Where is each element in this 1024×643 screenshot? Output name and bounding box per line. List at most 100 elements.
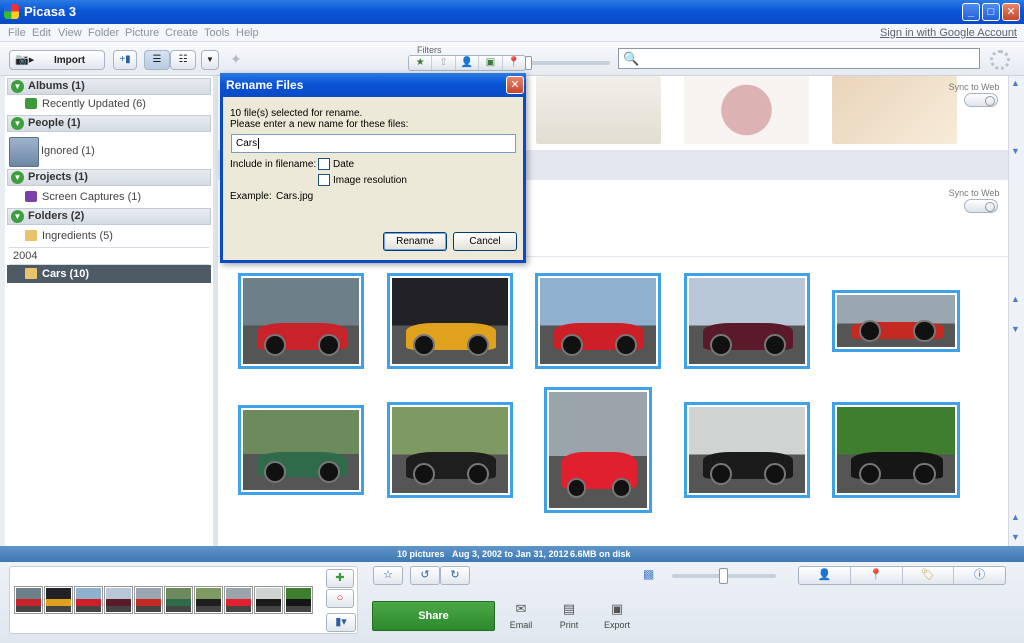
rotate-left-button[interactable]: ↺ <box>410 566 440 585</box>
close-button[interactable]: ✕ <box>1002 3 1020 21</box>
sidebar-item-recently-updated[interactable]: Recently Updated (6) <box>7 95 211 113</box>
people-icon[interactable]: 👤 <box>799 567 851 584</box>
car-shape <box>256 451 348 483</box>
filters-label: Filters <box>417 45 442 55</box>
photo-thumbnail[interactable] <box>387 402 513 498</box>
photo-thumbnail[interactable] <box>684 273 810 369</box>
faded-photo-thumbnail[interactable] <box>536 76 661 144</box>
car-shape <box>560 452 638 498</box>
menu-folder[interactable]: Folder <box>88 27 119 39</box>
menu-create[interactable]: Create <box>165 27 198 39</box>
sign-in-link[interactable]: Sign in with Google Account <box>880 27 1017 39</box>
print-button[interactable]: ▤ Print <box>549 601 589 630</box>
menu-view[interactable]: View <box>58 27 82 39</box>
photo-image <box>243 410 359 490</box>
menu-tools[interactable]: Tools <box>204 27 230 39</box>
new-name-input[interactable]: Cars <box>231 134 516 153</box>
dialog-close-button[interactable]: ✕ <box>506 76 524 94</box>
photo-thumbnail[interactable] <box>544 387 652 513</box>
scroll-up-icon[interactable]: ▲ <box>1011 78 1020 88</box>
rename-button[interactable]: Rename <box>383 232 447 251</box>
photo-thumbnail[interactable] <box>832 402 960 498</box>
rename-files-dialog: Rename Files ✕ 10 file(s) selected for r… <box>220 73 526 263</box>
clear-selection-button[interactable]: ○ <box>326 589 354 608</box>
email-button[interactable]: ✉ Email <box>501 601 541 630</box>
image-resolution-checkbox[interactable] <box>318 174 330 186</box>
vertical-scrollbar[interactable]: ▲ ▼ ▲ ▼ ▲ ▼ <box>1008 76 1024 546</box>
tray-thumbnail[interactable] <box>15 587 42 613</box>
faded-photo-thumbnail[interactable] <box>832 76 957 144</box>
cancel-button[interactable]: Cancel <box>453 232 517 251</box>
photo-thumbnail[interactable] <box>387 273 513 369</box>
menu-help[interactable]: Help <box>236 27 259 39</box>
search-input[interactable] <box>641 50 975 67</box>
tray-thumbnail[interactable] <box>135 587 162 613</box>
menu-edit[interactable]: Edit <box>32 27 51 39</box>
tray-thumbnail[interactable] <box>105 587 132 613</box>
add-to-album-tray-button[interactable]: ▮▾ <box>326 613 356 632</box>
photo-thumbnail[interactable] <box>832 290 960 352</box>
sync-to-web-toggle[interactable] <box>964 93 998 107</box>
sidebar-item-cars[interactable]: Cars (10) <box>7 265 211 283</box>
tray-thumbnail[interactable] <box>285 587 312 613</box>
add-to-album-button[interactable]: +▮ <box>113 50 137 70</box>
tray-thumbnail[interactable] <box>225 587 252 613</box>
slider-handle[interactable] <box>525 56 532 70</box>
albums-section-header[interactable]: ▼ Albums (1) <box>7 78 211 95</box>
projects-section-header[interactable]: ▼ Projects (1) <box>7 169 211 186</box>
faded-photo-thumbnail[interactable] <box>684 76 809 144</box>
hold-selection-button[interactable]: ✚ <box>326 569 354 588</box>
tags-icon[interactable]: 🏷 <box>903 567 955 584</box>
folders-header-label: Folders (2) <box>28 210 85 222</box>
scroll-up-icon[interactable]: ▲ <box>1011 512 1020 522</box>
sync-to-web-toggle[interactable] <box>964 199 998 213</box>
photo-thumbnail[interactable] <box>535 273 661 369</box>
sidebar-item-ignored[interactable]: Ignored (1) <box>7 142 211 160</box>
menu-picture[interactable]: Picture <box>125 27 159 39</box>
people-section-header[interactable]: ▼ People (1) <box>7 115 211 132</box>
date-filter-slider[interactable] <box>525 56 610 70</box>
tray-thumbnail[interactable] <box>255 587 282 613</box>
pin-icon: ✚ <box>335 572 345 584</box>
folders-section-header[interactable]: ▼ Folders (2) <box>7 208 211 225</box>
flat-view-button[interactable]: ☰ <box>144 50 170 70</box>
divider <box>9 247 209 248</box>
maximize-button[interactable]: □ <box>982 3 1000 21</box>
face-filter-icon[interactable]: 👤 <box>456 56 480 70</box>
tray-thumbnail[interactable] <box>195 587 222 613</box>
photo-thumbnail[interactable] <box>238 273 364 369</box>
view-options-dropdown[interactable]: ▼ <box>201 50 219 70</box>
sidebar-item-screen-captures[interactable]: Screen Captures (1) <box>7 188 211 206</box>
sidebar-item-ingredients[interactable]: Ingredients (5) <box>7 227 211 245</box>
date-checkbox[interactable] <box>318 158 330 170</box>
tree-view-button[interactable]: ☷ <box>170 50 196 70</box>
tray-thumbnail[interactable] <box>45 587 72 613</box>
share-button[interactable]: Share <box>372 601 495 631</box>
scroll-down-icon[interactable]: ▼ <box>1011 146 1020 156</box>
thumbnail-size-slider[interactable] <box>672 568 776 584</box>
scroll-down-icon[interactable]: ▼ <box>1011 324 1020 334</box>
rotate-right-button[interactable]: ↻ <box>440 566 470 585</box>
menu-file[interactable]: File <box>8 27 26 39</box>
scroll-down-icon[interactable]: ▼ <box>1011 532 1020 542</box>
minimize-button[interactable]: _ <box>962 3 980 21</box>
geotag-filter-icon[interactable]: 📍 <box>503 56 525 70</box>
export-button[interactable]: ▣ Export <box>597 601 637 630</box>
search-box[interactable]: 🔍 <box>618 48 980 69</box>
star-filter-icon[interactable]: ★ <box>409 56 433 70</box>
photo-thumbnail[interactable] <box>238 405 364 495</box>
geotag-icon[interactable]: 📍 <box>851 567 903 584</box>
tray-thumbnail[interactable] <box>75 587 102 613</box>
tray-thumbnail[interactable] <box>165 587 192 613</box>
upload-filter-icon[interactable]: ⇧ <box>432 56 456 70</box>
photo-thumbnail[interactable] <box>684 402 810 498</box>
photo-image <box>689 407 805 493</box>
movie-filter-icon[interactable]: ▣ <box>479 56 503 70</box>
slider-handle[interactable] <box>719 568 728 584</box>
photo-image <box>837 295 955 347</box>
info-icon[interactable]: ⓘ <box>954 567 1005 584</box>
scroll-up-icon[interactable]: ▲ <box>1011 294 1020 304</box>
collapse-icon: ▼ <box>11 210 24 223</box>
import-button[interactable]: 📷▸ Import <box>9 50 105 70</box>
star-button[interactable]: ☆ <box>373 566 403 585</box>
